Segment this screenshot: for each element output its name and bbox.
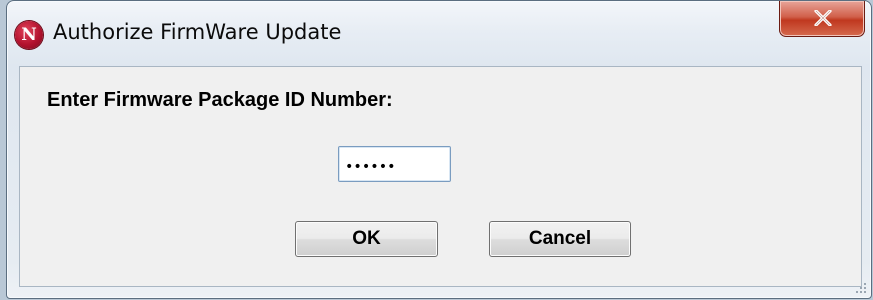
close-icon [814, 10, 832, 26]
resize-grip-icon[interactable] [855, 282, 867, 294]
app-logo-letter: N [21, 25, 37, 45]
cancel-button[interactable]: Cancel [489, 221, 631, 257]
title-bar[interactable]: N Authorize FirmWare Update [7, 1, 871, 67]
window-title: Authorize FirmWare Update [53, 20, 342, 44]
dialog-content: Enter Firmware Package ID Number: OK Can… [19, 66, 862, 287]
dialog-window: N Authorize FirmWare Update Enter Firmwa… [6, 0, 872, 299]
close-button[interactable] [779, 1, 865, 37]
ok-button[interactable]: OK [295, 221, 438, 257]
app-logo-icon: N [15, 21, 43, 49]
package-id-label: Enter Firmware Package ID Number: [47, 89, 393, 111]
package-id-input[interactable] [338, 146, 451, 182]
